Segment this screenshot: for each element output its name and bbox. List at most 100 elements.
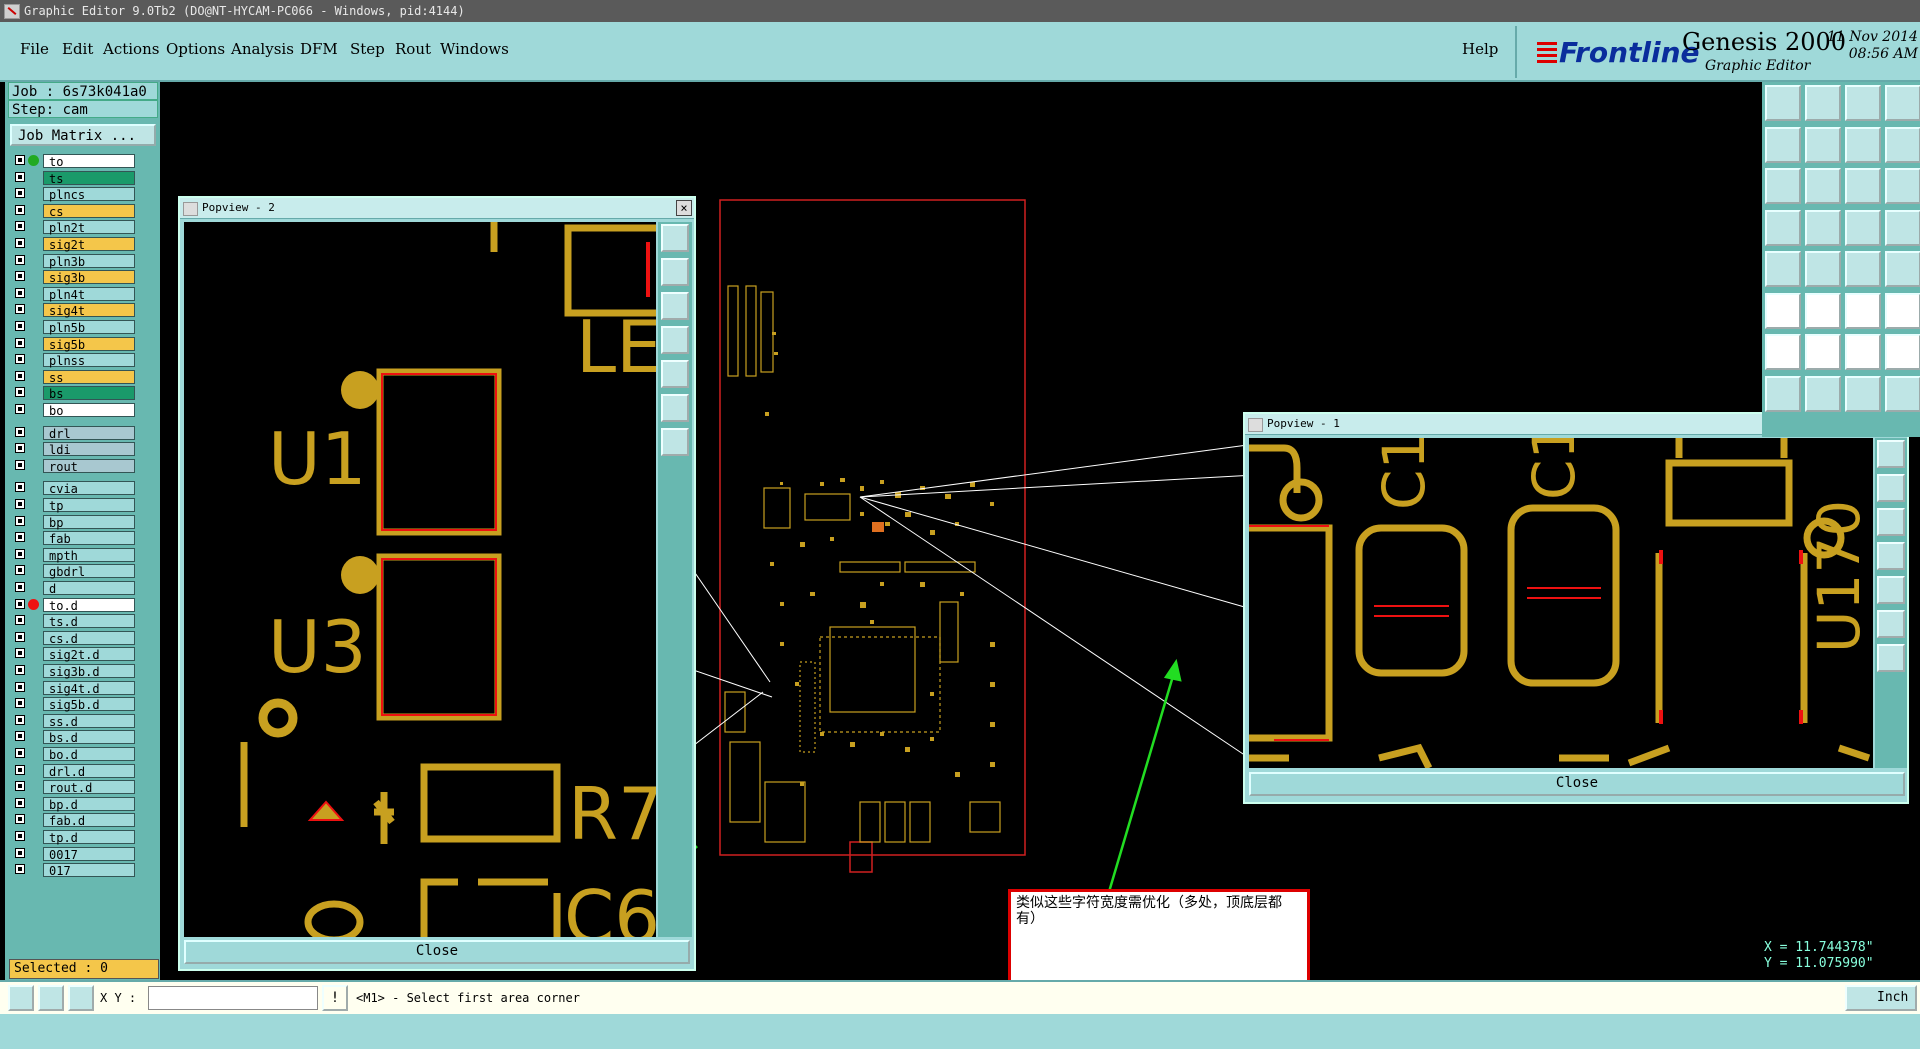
panel-icon[interactable]: [1885, 85, 1920, 121]
layer-checkbox[interactable]: [15, 221, 25, 232]
cross-icon[interactable]: [1805, 292, 1841, 329]
branch-icon[interactable]: [1885, 292, 1920, 329]
layer-checkbox[interactable]: [15, 370, 25, 381]
layer-checkbox[interactable]: [15, 631, 25, 642]
layer-name[interactable]: plncs: [43, 187, 135, 202]
scale-icon[interactable]: [1845, 168, 1881, 204]
layer-name[interactable]: sig3b: [43, 270, 135, 285]
layer-name[interactable]: 017: [43, 863, 135, 878]
layer-checkbox[interactable]: [15, 254, 25, 265]
layer-row[interactable]: rout.d: [11, 780, 135, 795]
layer-row[interactable]: bp.d: [11, 796, 135, 812]
pan-icon[interactable]: [1877, 644, 1905, 672]
layer-name[interactable]: ldi: [43, 442, 135, 457]
layer-name[interactable]: 0017: [43, 846, 135, 862]
layer-name[interactable]: bo: [43, 403, 135, 418]
arc-icon[interactable]: [1845, 334, 1881, 370]
zoom-in-icon[interactable]: [661, 258, 689, 286]
layer-checkbox[interactable]: [15, 582, 25, 592]
popview-1-close-button[interactable]: Close: [1249, 772, 1905, 796]
layer-name[interactable]: sig5b.d: [43, 697, 135, 712]
layer-row[interactable]: drl: [11, 425, 135, 441]
layer-checkbox[interactable]: [15, 781, 25, 792]
layer-checkbox[interactable]: [15, 443, 25, 454]
open-step-icon[interactable]: [1765, 85, 1801, 121]
trace-icon[interactable]: [1885, 334, 1920, 370]
popview-2-close-button[interactable]: Close: [184, 940, 690, 964]
zoom-out-icon[interactable]: [1877, 508, 1905, 536]
layer-checkbox[interactable]: [15, 404, 25, 414]
zoom-back-icon[interactable]: [661, 326, 689, 354]
home-icon[interactable]: [1845, 85, 1881, 121]
center-icon[interactable]: [1805, 168, 1841, 204]
layer-name[interactable]: ss.d: [43, 713, 135, 729]
layer-name[interactable]: bs: [43, 386, 135, 401]
layer-row[interactable]: fab.d: [11, 813, 135, 828]
layer-checkbox[interactable]: [15, 204, 25, 215]
layer-row[interactable]: 0017: [11, 846, 135, 862]
connect-icon[interactable]: [1885, 209, 1920, 246]
layer-checkbox[interactable]: [15, 548, 25, 559]
layer-row[interactable]: sig5b: [11, 336, 135, 352]
layer-name[interactable]: rout: [43, 458, 135, 474]
layer-checkbox[interactable]: [15, 155, 25, 165]
layer-checkbox[interactable]: [15, 387, 25, 398]
layer-name[interactable]: rout.d: [43, 780, 135, 795]
layer-name[interactable]: tp.d: [43, 830, 135, 845]
layer-row[interactable]: pln2t: [11, 220, 135, 235]
layer-checkbox[interactable]: [15, 731, 25, 742]
layer-row[interactable]: ss: [11, 369, 135, 385]
select-icon[interactable]: [1765, 251, 1801, 287]
layer-checkbox[interactable]: [15, 271, 25, 282]
grid-icon[interactable]: [68, 985, 94, 1011]
layer-checkbox[interactable]: [15, 864, 25, 875]
layer-name[interactable]: tp: [43, 498, 135, 513]
unit-selector[interactable]: Inch: [1845, 985, 1917, 1011]
polygon-icon[interactable]: [1885, 375, 1920, 412]
move-icon[interactable]: [1765, 292, 1801, 329]
layer-name[interactable]: pln2t: [43, 220, 135, 235]
layer-name[interactable]: d: [43, 581, 135, 596]
layer-checkbox[interactable]: [15, 698, 25, 709]
pad-icon[interactable]: [1805, 209, 1841, 246]
layer-checkbox[interactable]: [15, 304, 25, 315]
layer-name[interactable]: fab.d: [43, 813, 135, 828]
record-icon[interactable]: [1885, 251, 1920, 287]
layer-row[interactable]: sig3b: [11, 270, 135, 285]
layer-checkbox[interactable]: [15, 426, 25, 437]
save-icon[interactable]: [1805, 85, 1841, 121]
zoom-home-icon[interactable]: [1877, 440, 1905, 468]
layer-checkbox[interactable]: [15, 814, 25, 825]
layer-checkbox[interactable]: [15, 648, 25, 659]
layer-checkbox[interactable]: [15, 598, 25, 609]
layer-row[interactable]: mpth: [11, 547, 135, 563]
zoom-in-icon[interactable]: [1877, 474, 1905, 502]
layer-checkbox[interactable]: [15, 714, 25, 725]
layer-checkbox[interactable]: [15, 337, 25, 348]
layer-name[interactable]: sig5b: [43, 336, 135, 352]
draw-icon[interactable]: [1805, 334, 1841, 370]
popview-2-titlebar[interactable]: Popview - 2 ×: [180, 198, 694, 219]
menu-rout[interactable]: Rout: [395, 40, 431, 58]
stack-icon[interactable]: [1765, 375, 1801, 412]
layer-row[interactable]: ss.d: [11, 713, 135, 729]
layer-row[interactable]: gbdrl: [11, 564, 135, 579]
layer-checkbox[interactable]: [15, 665, 25, 675]
layer-checkbox[interactable]: [15, 354, 25, 365]
zoom-forward-icon[interactable]: [1877, 576, 1905, 604]
fit-icon[interactable]: [1765, 168, 1801, 204]
job-matrix-button[interactable]: Job Matrix ...: [10, 124, 156, 146]
layer-row[interactable]: bo: [11, 403, 135, 418]
layer-checkbox[interactable]: [15, 238, 25, 248]
layer-checkbox[interactable]: [15, 459, 25, 470]
layer-checkbox[interactable]: [15, 615, 25, 626]
cut-icon[interactable]: [1805, 375, 1841, 412]
menu-help[interactable]: Help: [1462, 40, 1498, 58]
layer-name[interactable]: fab: [43, 531, 135, 546]
layer-name[interactable]: ts: [43, 170, 135, 186]
layer-checkbox[interactable]: [15, 321, 25, 331]
layer-name[interactable]: mpth: [43, 547, 135, 563]
layer-row[interactable]: sig5b.d: [11, 697, 135, 712]
zoom-forward-icon[interactable]: [1805, 126, 1841, 163]
xy-input[interactable]: [148, 986, 318, 1010]
